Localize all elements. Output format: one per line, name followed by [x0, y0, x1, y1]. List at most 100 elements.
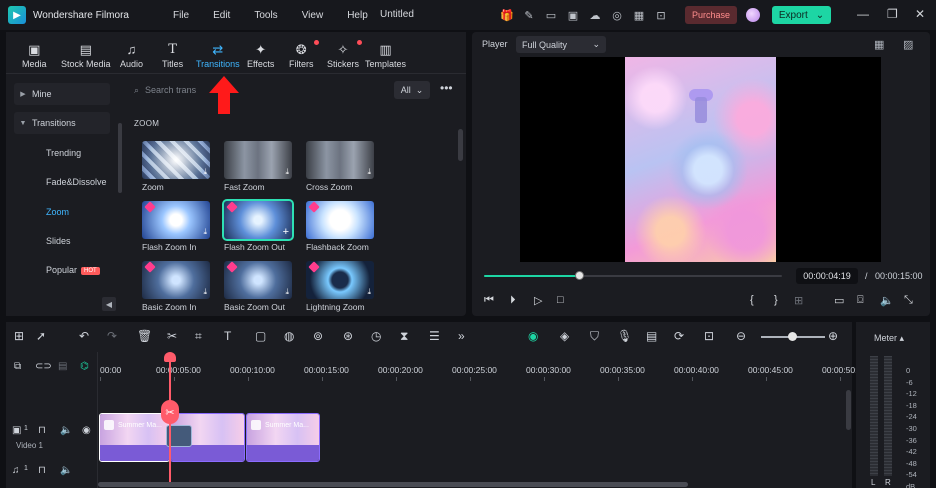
quality-select[interactable]: Full Quality ⌄: [516, 36, 606, 53]
mute-icon[interactable]: 🔈: [60, 465, 72, 476]
voiceover-icon[interactable]: ▤: [646, 329, 657, 343]
sidebar-item-trending[interactable]: Trending: [46, 148, 81, 158]
camera-icon[interactable]: ⌼: [857, 294, 864, 307]
tab-media[interactable]: ▣ Media: [22, 42, 47, 69]
keyframe-icon[interactable]: ⧗: [400, 329, 408, 343]
transition-card-selected[interactable]: + Flash Zoom Out: [222, 199, 294, 252]
playback-progress[interactable]: [484, 271, 782, 280]
zoom-out-icon[interactable]: ⊖: [736, 329, 746, 343]
mark-out-icon[interactable]: }: [774, 294, 778, 306]
clip-marker-icon[interactable]: ⊞: [794, 294, 803, 307]
more-tools-icon[interactable]: »: [458, 329, 465, 343]
replace-clip-icon[interactable]: ⟳: [674, 329, 684, 343]
transition-card[interactable]: ⤓ Cross Zoom: [306, 141, 374, 192]
auto-highlight-icon[interactable]: ◈: [560, 329, 569, 343]
headset-support-icon[interactable]: ◎: [608, 6, 626, 24]
content-scrollbar[interactable]: [458, 129, 463, 161]
video-clip[interactable]: Summer Ma...: [246, 413, 320, 462]
play-icon[interactable]: ⏵: [510, 294, 516, 307]
sidebar-item-fade-dissolve[interactable]: Fade&Dissolve: [46, 177, 107, 187]
undo-icon[interactable]: ↶: [79, 329, 89, 343]
cloud-upload-icon[interactable]: ☁: [586, 6, 604, 24]
text-tool-icon[interactable]: T: [224, 329, 231, 343]
microphone-icon[interactable]: 🎙: [617, 329, 632, 343]
visibility-eye-icon[interactable]: ◉: [82, 425, 91, 436]
mark-in-icon[interactable]: {: [750, 294, 754, 306]
media-library-icon[interactable]: ▭: [542, 6, 560, 24]
select-cursor-icon[interactable]: ➚: [36, 329, 46, 343]
download-icon[interactable]: ⤓: [367, 287, 371, 297]
menu-file[interactable]: File: [161, 10, 201, 21]
filter-select[interactable]: All ⌄: [394, 81, 430, 99]
adjust-icon[interactable]: ☰: [429, 329, 440, 343]
sidebar-item-popular[interactable]: Popular HOT: [46, 265, 100, 275]
sidebar-item-mine[interactable]: ▶ Mine: [14, 83, 110, 105]
render-icon[interactable]: ◉: [528, 329, 538, 343]
tab-effects[interactable]: ✦ Effects: [247, 42, 274, 69]
subtitle-icon[interactable]: ⊡: [704, 329, 714, 343]
tab-audio[interactable]: ♫ Audio: [120, 42, 143, 69]
layout-grid-icon[interactable]: ⊞: [14, 329, 24, 343]
download-icon[interactable]: ⤓: [203, 167, 207, 177]
add-track-icon[interactable]: ⧉: [14, 361, 21, 372]
grid-view-icon[interactable]: ▦: [874, 38, 884, 51]
tab-titles[interactable]: T Titles: [162, 42, 183, 69]
transition-card[interactable]: ⤓ Basic Zoom In: [142, 261, 210, 312]
shape-icon[interactable]: ▢: [255, 329, 266, 343]
notification-icon[interactable]: ⊡: [652, 6, 670, 24]
purchase-button[interactable]: Purchase: [685, 6, 737, 24]
stop-icon[interactable]: □: [557, 294, 564, 306]
download-icon[interactable]: ⤓: [203, 227, 207, 237]
download-icon[interactable]: ⤓: [203, 287, 207, 297]
video-preview[interactable]: [520, 57, 881, 262]
close-icon[interactable]: ✕: [915, 7, 925, 21]
meter-title[interactable]: Meter ▴: [874, 333, 904, 344]
transition-card[interactable]: ⤓ Lightning Zoom: [306, 261, 374, 312]
split-at-playhead-icon[interactable]: ✂: [161, 400, 179, 424]
lock-icon[interactable]: ⊓: [38, 425, 46, 436]
tab-transitions[interactable]: ⇄ Transitions: [196, 42, 240, 69]
download-icon[interactable]: ⤓: [285, 287, 289, 297]
stabilize-icon[interactable]: ⊛: [343, 329, 353, 343]
zoom-in-icon[interactable]: ⊕: [828, 329, 838, 343]
menu-help[interactable]: Help: [335, 10, 380, 21]
save-icon[interactable]: ▣: [564, 6, 582, 24]
video-clip[interactable]: Summer Ma...: [99, 413, 170, 462]
maximize-icon[interactable]: ❐: [887, 7, 898, 21]
snap-icon[interactable]: ⌬: [80, 361, 89, 372]
timeline-vertical-scrollbar[interactable]: [846, 390, 851, 430]
menu-view[interactable]: View: [290, 10, 336, 21]
sidebar-item-zoom[interactable]: Zoom: [46, 207, 69, 217]
export-button[interactable]: Export ⌄: [772, 6, 831, 24]
mute-icon[interactable]: 🔈: [60, 425, 72, 436]
minimize-icon[interactable]: —: [857, 7, 869, 21]
sidebar-item-slides[interactable]: Slides: [46, 236, 71, 246]
progress-handle[interactable]: [575, 271, 585, 280]
timeline-horizontal-scrollbar[interactable]: [98, 482, 688, 487]
redo-icon[interactable]: ↷: [107, 329, 117, 343]
transition-card[interactable]: ⤓ Flash Zoom In: [142, 201, 210, 252]
shield-icon[interactable]: ⛉: [590, 329, 599, 343]
transition-card[interactable]: ⤓ Fast Zoom: [224, 141, 292, 192]
tab-templates[interactable]: ▥ Templates: [365, 42, 406, 69]
collapse-sidebar-button[interactable]: ◀: [102, 297, 116, 311]
menu-tools[interactable]: Tools: [242, 10, 289, 21]
menu-edit[interactable]: Edit: [201, 10, 242, 21]
transition-card[interactable]: Flashback Zoom: [306, 201, 374, 252]
send-feedback-icon[interactable]: ✎: [520, 6, 538, 24]
ai-tool-icon[interactable]: ⊚: [313, 329, 323, 343]
snapshot-view-icon[interactable]: ▨: [903, 38, 913, 51]
sidebar-scrollbar[interactable]: [118, 123, 122, 193]
link-icon[interactable]: ⊂⊃: [35, 361, 52, 372]
current-time[interactable]: 00:00:04:19: [796, 268, 858, 284]
lock-icon[interactable]: ⊓: [38, 465, 46, 476]
download-icon[interactable]: ⤓: [285, 167, 289, 177]
speed-timer-icon[interactable]: ◷: [371, 329, 381, 343]
tab-stickers[interactable]: ✧ Stickers: [327, 40, 362, 69]
transition-card[interactable]: ⤓ Zoom: [142, 141, 210, 192]
split-scissors-icon[interactable]: ✂: [167, 329, 177, 343]
download-icon[interactable]: ⤓: [367, 167, 371, 177]
display-icon[interactable]: ▭: [834, 294, 844, 307]
gift-icon[interactable]: 🎁: [498, 6, 516, 24]
color-icon[interactable]: ◍: [284, 329, 294, 343]
